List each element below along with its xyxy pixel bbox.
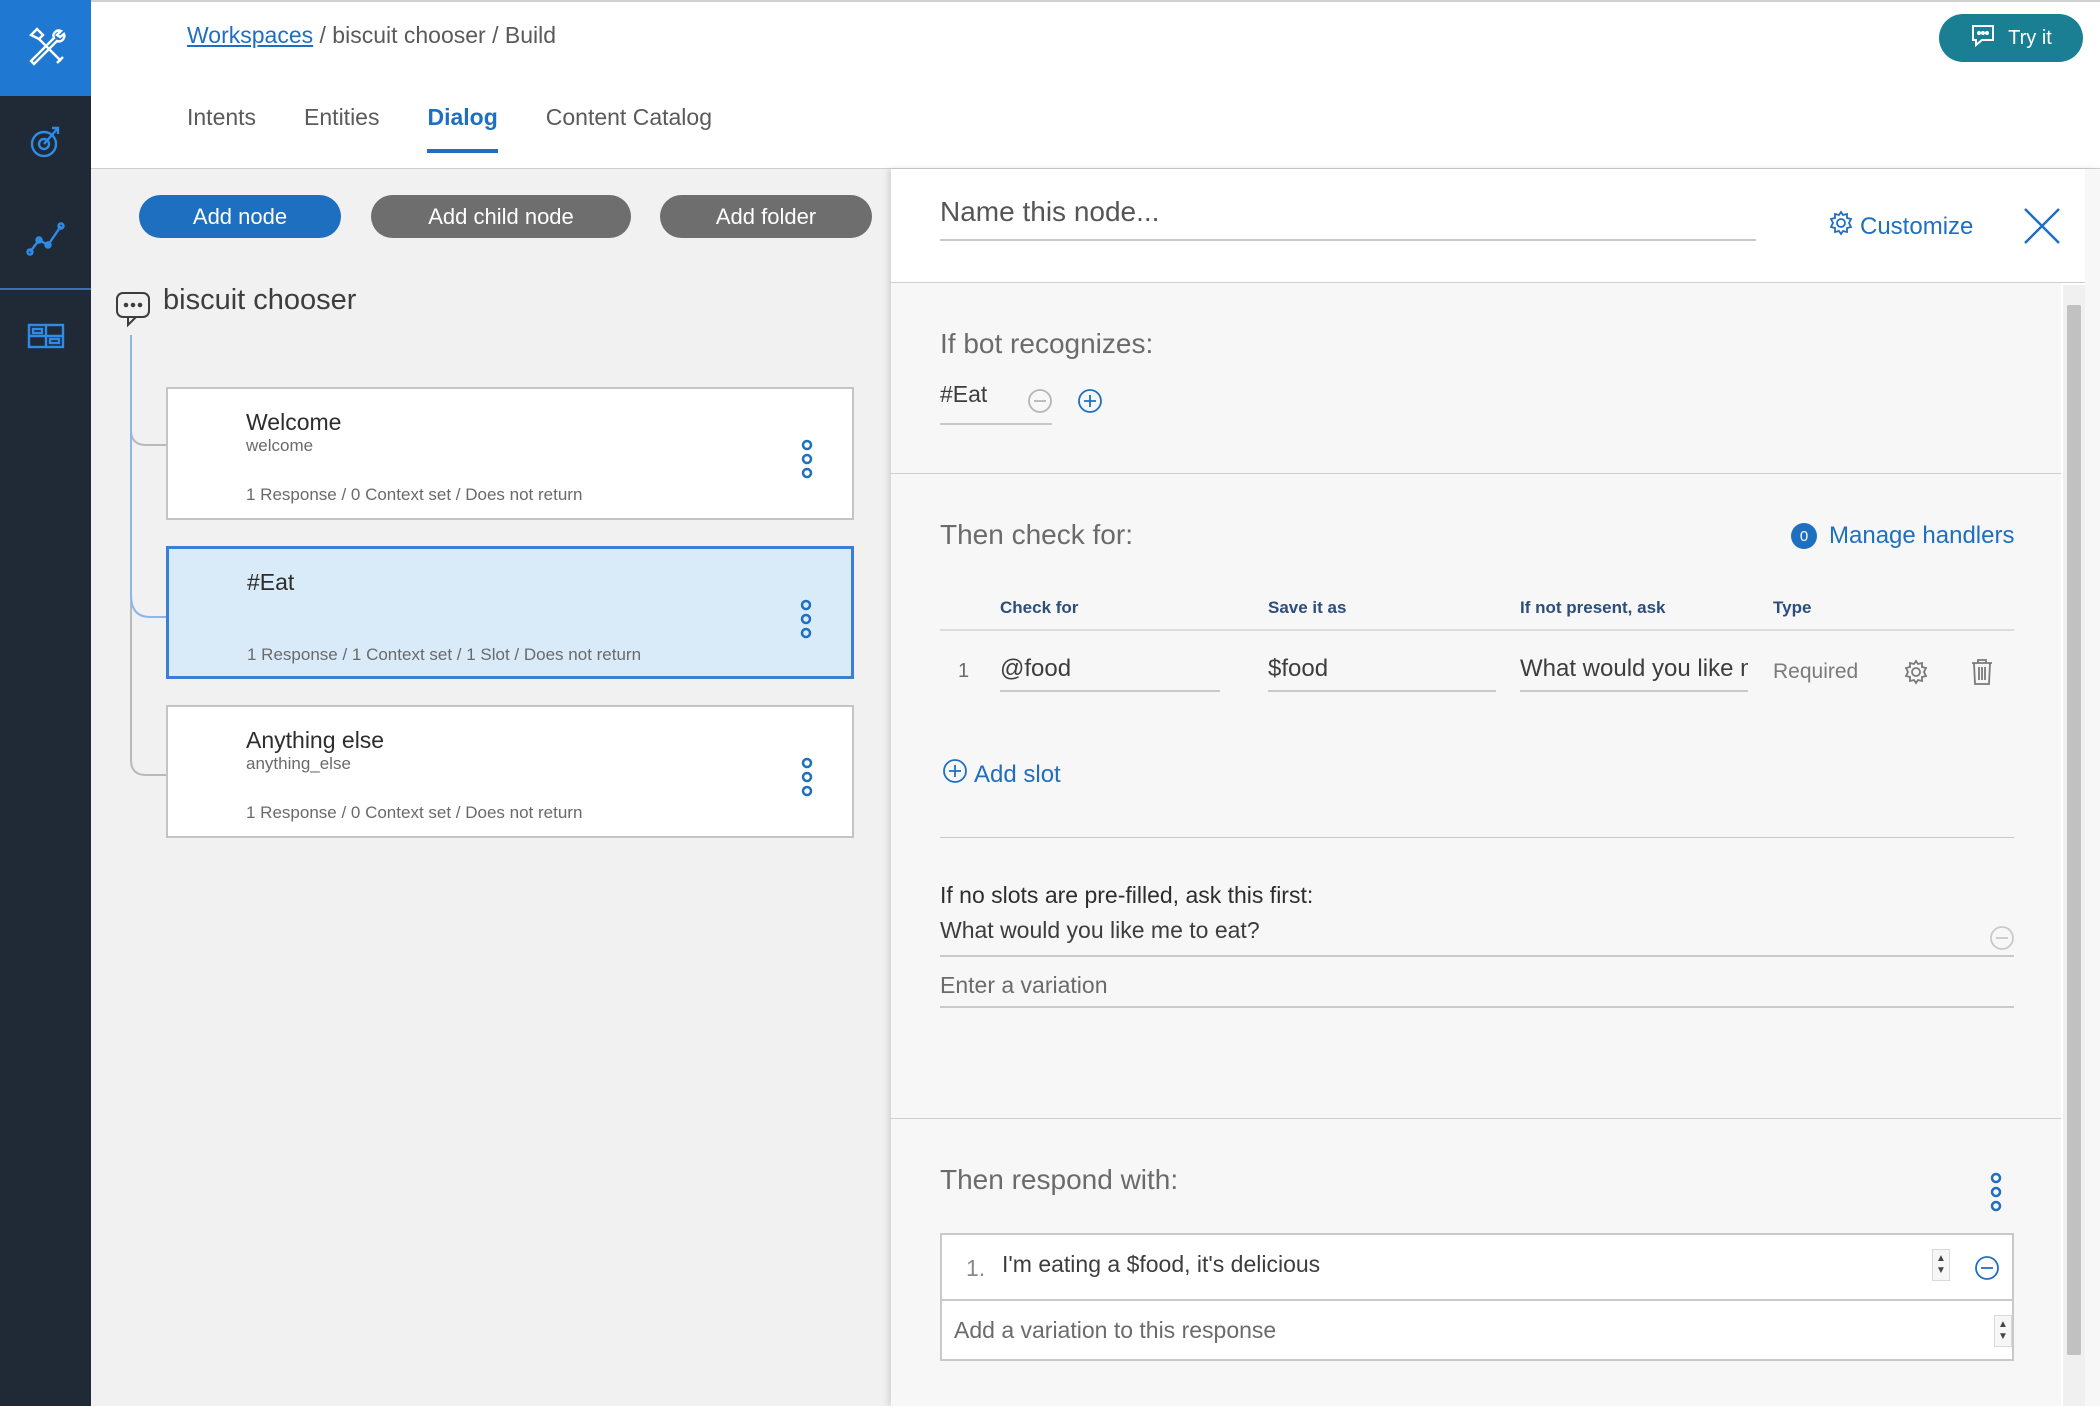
customize-button[interactable]: Customize xyxy=(1828,210,1973,243)
response-editor: 1. I'm eating a $food, it's delicious ▲ ▼… xyxy=(940,1233,2014,1361)
try-it-label: Try it xyxy=(2008,26,2052,49)
node-title: Anything else xyxy=(246,727,385,753)
section-divider xyxy=(891,1118,2061,1119)
grid-icon xyxy=(26,316,66,361)
recognizes-heading: If bot recognizes: xyxy=(940,328,1154,359)
line-chart-icon xyxy=(25,218,66,263)
node-title: #Eat xyxy=(247,569,295,595)
manage-handlers-button[interactable]: 0 Manage handlers xyxy=(1791,522,2014,550)
overflow-menu-icon[interactable] xyxy=(800,757,814,802)
slot-prompt-input[interactable]: What would you like me to eat? xyxy=(1520,655,1748,692)
breadcrumb-path: / biscuit chooser / Build xyxy=(319,22,557,48)
breadcrumb-workspaces-link[interactable]: Workspaces xyxy=(187,22,313,48)
column-type: Type xyxy=(1773,598,1812,617)
respond-heading: Then respond with: xyxy=(940,1164,1179,1195)
workspace-title: biscuit chooser xyxy=(163,284,357,316)
left-rail xyxy=(0,0,91,1406)
check-section xyxy=(891,474,2061,1118)
add-child-node-button[interactable]: Add child node xyxy=(371,195,631,238)
slots-divider xyxy=(940,837,2014,838)
top-border xyxy=(91,0,2100,2)
check-heading: Then check for: xyxy=(940,519,1133,550)
slot-settings-icon[interactable] xyxy=(1903,659,1929,690)
dialog-node-welcome[interactable]: Welcome welcome 1 Response / 0 Context s… xyxy=(166,387,854,520)
response-variation-input[interactable]: Add a variation to this response xyxy=(954,1317,1276,1344)
dialog-icon xyxy=(114,290,152,333)
add-node-button[interactable]: Add node xyxy=(139,195,341,238)
overflow-menu-icon[interactable] xyxy=(800,439,814,484)
rail-build[interactable] xyxy=(0,0,91,96)
add-condition-icon[interactable] xyxy=(1077,388,1103,419)
column-save-as: Save it as xyxy=(1268,598,1347,617)
scroll-spinner[interactable]: ▲ ▼ xyxy=(1994,1315,2012,1347)
customize-label: Customize xyxy=(1860,212,1974,240)
target-icon xyxy=(26,122,66,167)
close-icon[interactable] xyxy=(2022,206,2062,251)
remove-prompt-icon[interactable] xyxy=(1989,925,2015,956)
scrollbar-thumb[interactable] xyxy=(2067,305,2081,1355)
response-row: 1. I'm eating a $food, it's delicious ▲ ▼ xyxy=(942,1235,2012,1301)
prefill-heading: If no slots are pre-filled, ask this fir… xyxy=(940,882,1314,908)
rail-improve[interactable] xyxy=(0,96,91,192)
tree-connectors xyxy=(130,335,166,776)
dialog-node-eat[interactable]: #Eat 1 Response / 1 Context set / 1 Slot… xyxy=(166,546,854,679)
section-divider xyxy=(891,473,2061,474)
prefill-prompt-input[interactable]: What would you like me to eat? xyxy=(940,917,2014,957)
tab-bar: Intents Entities Dialog Content Catalog xyxy=(187,104,760,153)
scroll-spinner[interactable]: ▲ ▼ xyxy=(1932,1249,1950,1281)
tab-content-catalog[interactable]: Content Catalog xyxy=(546,104,712,153)
tab-dialog[interactable]: Dialog xyxy=(427,104,499,153)
remove-response-icon[interactable] xyxy=(1974,1255,2000,1286)
node-name-input[interactable]: Name this node... xyxy=(940,196,1756,241)
column-ask: If not present, ask xyxy=(1520,598,1666,617)
response-text-input[interactable]: I'm eating a $food, it's delicious xyxy=(1002,1251,1320,1278)
overflow-menu-icon[interactable] xyxy=(799,599,813,644)
add-slot-button[interactable]: Add slot xyxy=(942,758,1061,791)
node-condition: welcome xyxy=(246,436,314,455)
tab-intents[interactable]: Intents xyxy=(187,104,256,153)
editor-scrollbar[interactable] xyxy=(2063,285,2085,1406)
overflow-menu-icon[interactable] xyxy=(1989,1172,2003,1217)
plus-circle-icon xyxy=(942,758,968,791)
chat-icon xyxy=(1970,22,1996,54)
response-index: 1. xyxy=(966,1255,986,1281)
tools-icon xyxy=(25,25,67,72)
node-title: Welcome xyxy=(246,409,342,435)
prompt-variation-input[interactable]: Enter a variation xyxy=(940,972,2014,1008)
add-folder-button[interactable]: Add folder xyxy=(660,195,872,238)
rail-catalog[interactable] xyxy=(0,290,91,386)
condition-value: #Eat xyxy=(940,381,988,407)
slot-type[interactable]: Required xyxy=(1773,660,1858,684)
trash-icon[interactable] xyxy=(1970,658,1994,691)
dialog-node-anything-else[interactable]: Anything else anything_else 1 Response /… xyxy=(166,705,854,838)
editor-divider xyxy=(891,282,2100,283)
gear-icon xyxy=(1828,210,1854,243)
tab-entities[interactable]: Entities xyxy=(304,104,379,153)
try-it-button[interactable]: Try it xyxy=(1939,14,2083,62)
table-header-divider xyxy=(940,629,2014,631)
recognizes-section xyxy=(891,283,2061,473)
handler-count-badge: 0 xyxy=(1791,523,1817,549)
panel-edge xyxy=(2085,169,2100,1406)
rail-analytics[interactable] xyxy=(0,192,91,288)
slot-save-as-input[interactable]: $food xyxy=(1268,655,1496,692)
slot-index: 1 xyxy=(958,660,970,682)
breadcrumb: Workspaces / biscuit chooser / Build xyxy=(187,22,556,49)
remove-condition-icon[interactable] xyxy=(1027,388,1053,419)
node-condition: anything_else xyxy=(246,754,351,773)
node-summary: 1 Response / 1 Context set / 1 Slot / Do… xyxy=(247,645,642,664)
node-summary: 1 Response / 0 Context set / Does not re… xyxy=(246,485,583,504)
node-summary: 1 Response / 0 Context set / Does not re… xyxy=(246,803,583,822)
column-check-for: Check for xyxy=(1000,598,1079,617)
slot-check-for-input[interactable]: @food xyxy=(1000,655,1220,692)
manage-handlers-label: Manage handlers xyxy=(1829,522,2015,549)
add-slot-label: Add slot xyxy=(974,760,1061,788)
